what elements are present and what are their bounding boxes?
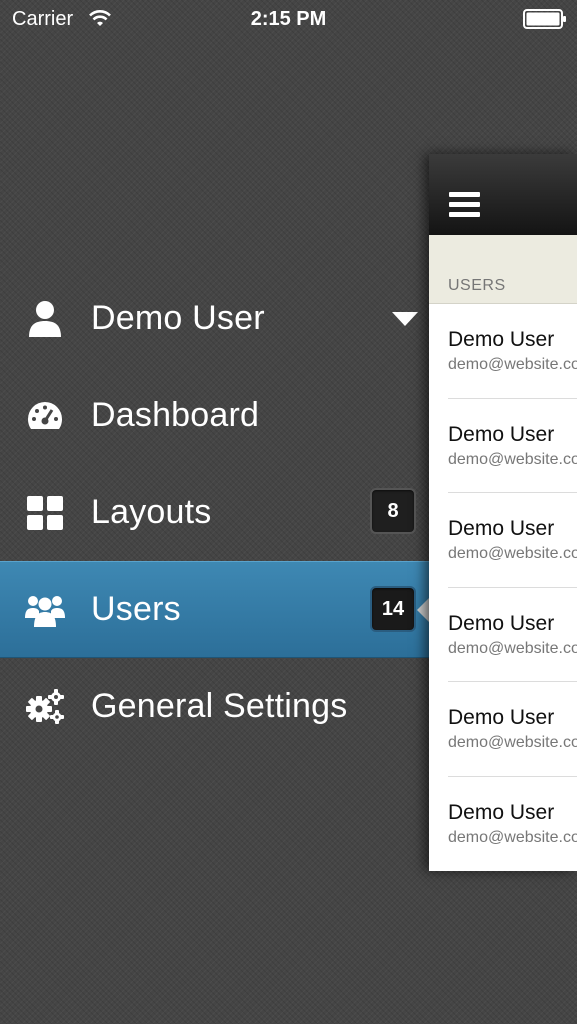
- dropdown-arrow-icon[interactable]: [392, 312, 418, 326]
- user-name: Demo User: [448, 328, 555, 351]
- section-header: USERS: [429, 235, 577, 304]
- list-item[interactable]: Demo User demo@website.com: [448, 588, 577, 683]
- list-item[interactable]: Demo User demo@website.com: [448, 493, 577, 588]
- status-time: 2:15 PM: [250, 8, 327, 30]
- hamburger-menu-icon[interactable]: [449, 192, 480, 218]
- grid-icon: [25, 493, 65, 533]
- side-menu: Demo User Dashboard Layouts 8 Users 14 G…: [0, 270, 430, 755]
- gears-icon: [25, 687, 65, 727]
- menu-item-demo-user[interactable]: Demo User: [0, 270, 430, 367]
- menu-item-label: Demo User: [91, 299, 265, 337]
- user-name: Demo User: [448, 800, 555, 824]
- user-email: demo@website.com: [448, 356, 577, 373]
- user-name: Demo User: [448, 422, 555, 446]
- user-icon: [25, 299, 65, 339]
- speedometer-icon: [25, 396, 65, 436]
- user-email: demo@website.com: [448, 828, 577, 846]
- menu-item-label: Users: [91, 590, 181, 628]
- menu-item-users[interactable]: Users 14: [0, 561, 430, 658]
- list-item[interactable]: Demo User demo@website.com: [448, 777, 577, 871]
- user-name: Demo User: [448, 706, 555, 730]
- status-bar: Carrier 2:15 PM: [0, 0, 577, 40]
- users-count-badge: 14: [370, 586, 416, 632]
- menu-item-layouts[interactable]: Layouts 8: [0, 464, 430, 561]
- menu-item-label: General Settings: [91, 687, 348, 725]
- users-list: Demo User demo@website.com Demo User dem…: [429, 304, 577, 871]
- users-icon: [25, 590, 65, 630]
- menu-item-label: Layouts: [91, 493, 212, 531]
- user-email: demo@website.com: [448, 545, 577, 563]
- users-panel: USERS Demo User demo@website.com Demo Us…: [429, 154, 577, 871]
- menu-item-general-settings[interactable]: General Settings: [0, 658, 430, 755]
- user-email: demo@website.com: [448, 639, 577, 657]
- user-email: demo@website.com: [448, 450, 577, 468]
- layouts-count-badge: 8: [370, 488, 416, 534]
- battery-icon: [523, 9, 566, 29]
- user-name: Demo User: [448, 611, 555, 635]
- active-pointer: [417, 598, 429, 622]
- menu-item-label: Dashboard: [91, 396, 260, 434]
- list-item[interactable]: Demo User demo@website.com: [448, 399, 577, 494]
- section-title: USERS: [448, 277, 506, 294]
- list-item[interactable]: Demo User demo@website.com: [448, 304, 577, 399]
- user-email: demo@website.com: [448, 734, 577, 752]
- menu-item-dashboard[interactable]: Dashboard: [0, 367, 430, 464]
- panel-header: [429, 154, 577, 235]
- list-item[interactable]: Demo User demo@website.com: [448, 682, 577, 777]
- user-name: Demo User: [448, 517, 555, 541]
